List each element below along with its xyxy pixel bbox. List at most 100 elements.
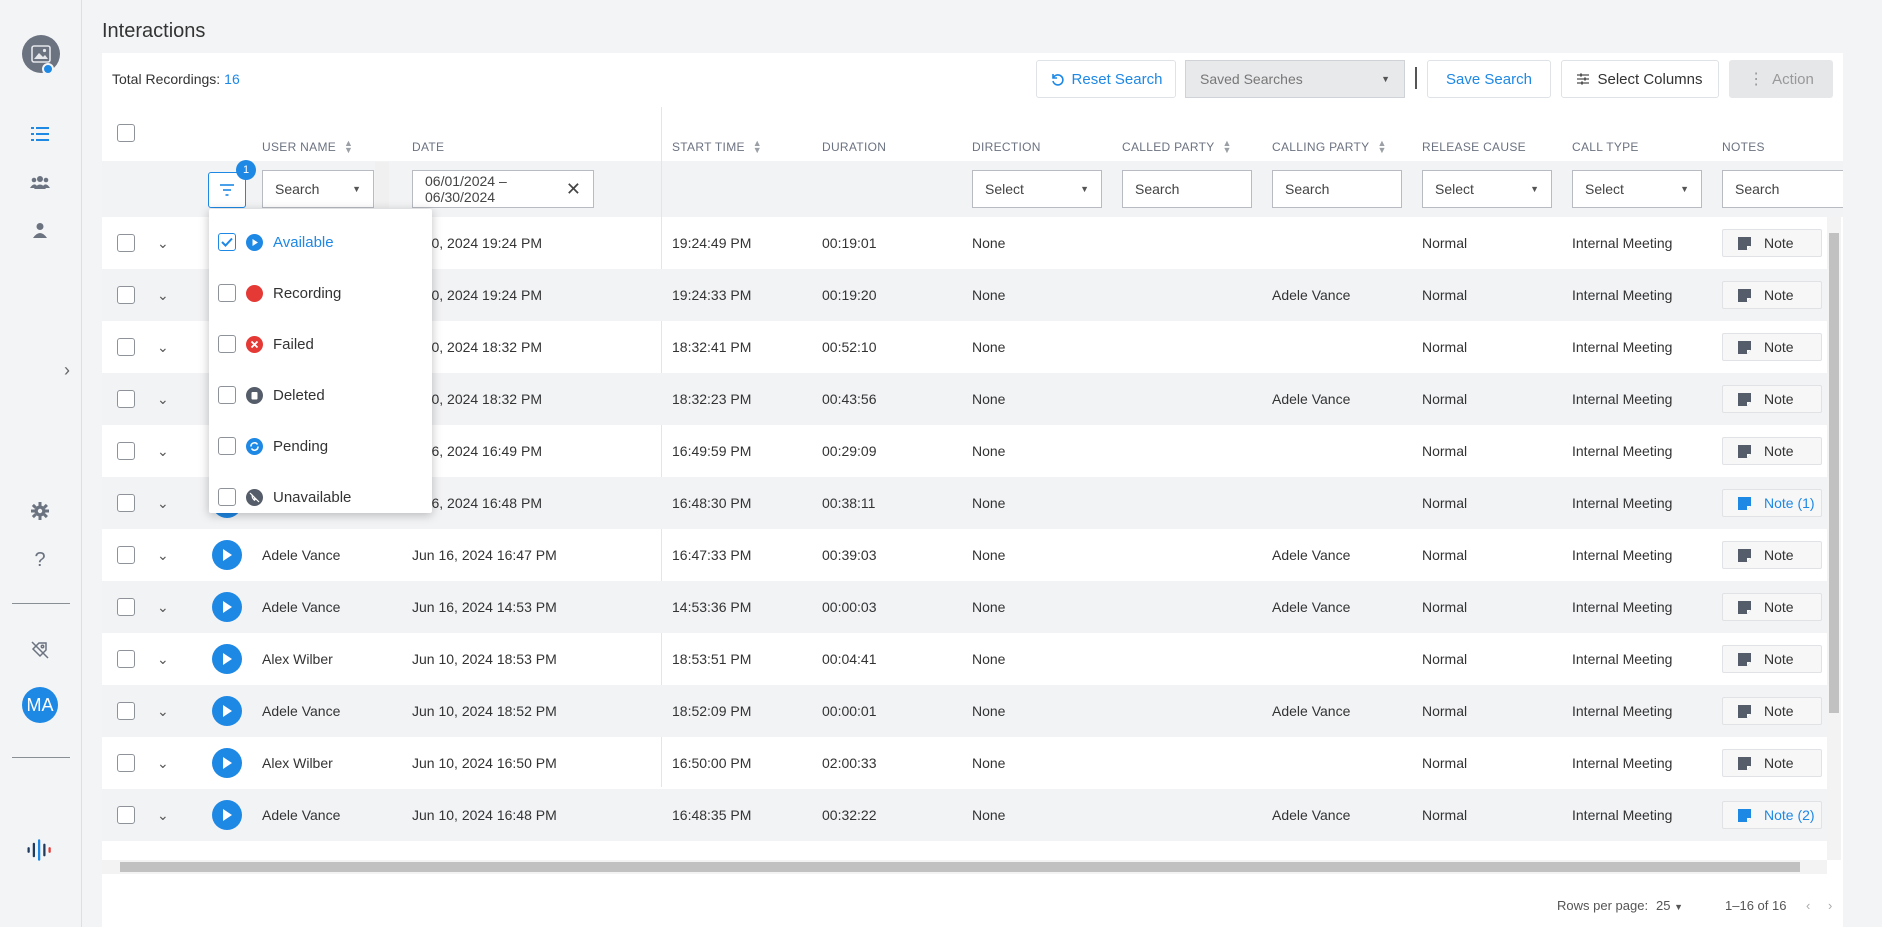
expand-row-chevron-icon[interactable]: ⌄ [157, 581, 169, 633]
status-option-available[interactable]: Available [209, 217, 432, 267]
status-option-failed[interactable]: Failed [209, 319, 432, 369]
expand-row-chevron-icon[interactable]: ⌄ [157, 685, 169, 737]
sort-icon[interactable]: ▲ ▼ [344, 139, 353, 155]
row-checkbox[interactable] [117, 442, 135, 460]
note-button[interactable]: Note (2) [1722, 801, 1822, 829]
note-button[interactable]: Note (1) [1722, 489, 1822, 517]
row-checkbox[interactable] [117, 338, 135, 356]
vertical-scrollbar-thumb[interactable] [1829, 233, 1839, 713]
sort-icon[interactable]: ▲ ▼ [753, 139, 762, 155]
expand-row-chevron-icon[interactable]: ⌄ [157, 789, 169, 841]
expand-row-chevron-icon[interactable]: ⌄ [157, 737, 169, 789]
cell-release-cause: Normal [1422, 339, 1468, 355]
horizontal-scrollbar-thumb[interactable] [120, 862, 1800, 872]
reset-search-button[interactable]: Reset Search [1036, 60, 1176, 98]
expand-sidebar-chevron-icon[interactable]: › [64, 360, 70, 381]
calling-party-filter[interactable]: Search [1272, 170, 1402, 208]
sort-icon[interactable]: ▲ ▼ [1223, 139, 1232, 155]
status-option-checkbox[interactable] [218, 233, 236, 251]
play-button[interactable] [212, 789, 242, 841]
status-option-checkbox[interactable] [218, 386, 236, 404]
note-button[interactable]: Note [1722, 645, 1822, 673]
note-button[interactable]: Note [1722, 541, 1822, 569]
next-page-icon[interactable]: › [1828, 898, 1832, 913]
called-party-filter[interactable]: Search [1122, 170, 1252, 208]
row-checkbox[interactable] [117, 650, 135, 668]
saved-searches-select[interactable]: Saved Searches ▼ [1185, 60, 1405, 98]
date-range-filter[interactable]: 06/01/2024 – 06/30/2024 ✕ [412, 170, 594, 208]
release-cause-filter[interactable]: Select ▼ [1422, 170, 1552, 208]
expand-row-chevron-icon[interactable]: ⌄ [157, 529, 169, 581]
select-columns-button[interactable]: Select Columns [1561, 60, 1719, 98]
horizontal-scrollbar[interactable] [102, 860, 1827, 874]
note-button[interactable]: Note [1722, 593, 1822, 621]
rows-per-page-select[interactable]: 25 ▼ [1656, 898, 1683, 913]
play-icon [212, 592, 242, 622]
prev-page-icon[interactable]: ‹ [1806, 898, 1810, 913]
note-label: Note [1764, 599, 1794, 615]
save-search-button[interactable]: Save Search [1427, 60, 1551, 98]
gear-icon[interactable] [26, 497, 54, 525]
call-type-filter[interactable]: Select ▼ [1572, 170, 1702, 208]
user-name-filter[interactable]: Search ▼ [262, 170, 374, 208]
row-checkbox[interactable] [117, 754, 135, 772]
play-button[interactable] [212, 633, 242, 685]
direction-filter[interactable]: Select ▼ [972, 170, 1102, 208]
vertical-scrollbar[interactable] [1827, 217, 1841, 860]
expand-row-chevron-icon[interactable]: ⌄ [157, 633, 169, 685]
row-checkbox[interactable] [117, 494, 135, 512]
select-all-checkbox[interactable] [117, 124, 135, 142]
table-row[interactable]: ⌄ Alex Wilber Jun 10, 2024 18:53 PM 18:53:5… [102, 633, 1827, 685]
note-button[interactable]: Note [1722, 437, 1822, 465]
clear-icon[interactable]: ✕ [566, 179, 581, 200]
expand-row-chevron-icon[interactable]: ⌄ [157, 269, 169, 321]
play-button[interactable] [212, 737, 242, 789]
row-checkbox[interactable] [117, 286, 135, 304]
sort-icon[interactable]: ▲ ▼ [1378, 139, 1387, 155]
status-option-pending[interactable]: Pending [209, 421, 432, 471]
groups-icon[interactable] [26, 168, 54, 196]
expand-row-chevron-icon[interactable]: ⌄ [157, 217, 169, 269]
play-button[interactable] [212, 685, 242, 737]
tag-off-icon[interactable] [26, 636, 54, 664]
table-row[interactable]: ⌄ Adele Vance Jun 10, 2024 16:48 PM 16:48:3… [102, 789, 1827, 841]
expand-row-chevron-icon[interactable]: ⌄ [157, 425, 169, 477]
user-icon[interactable] [26, 216, 54, 244]
status-option-checkbox[interactable] [218, 488, 236, 506]
row-checkbox[interactable] [117, 234, 135, 252]
table-row[interactable]: ⌄ Adele Vance Jun 16, 2024 14:53 PM 14:53:3… [102, 581, 1827, 633]
status-option-deleted[interactable]: Deleted [209, 370, 432, 420]
table-row[interactable]: ⌄ Alex Wilber Jun 10, 2024 16:50 PM 16:50:0… [102, 737, 1827, 789]
interactions-list-icon[interactable] [26, 120, 54, 148]
play-button[interactable] [212, 581, 242, 633]
note-button[interactable]: Note [1722, 281, 1822, 309]
table-row[interactable]: ⌄ Adele Vance Jun 10, 2024 18:52 PM 18:52:0… [102, 685, 1827, 737]
note-button[interactable]: Note [1722, 333, 1822, 361]
row-checkbox[interactable] [117, 598, 135, 616]
note-button[interactable]: Note [1722, 385, 1822, 413]
notes-filter[interactable]: Search [1722, 170, 1843, 208]
expand-row-chevron-icon[interactable]: ⌄ [157, 477, 169, 529]
expand-row-chevron-icon[interactable]: ⌄ [157, 321, 169, 373]
play-button[interactable] [212, 529, 242, 581]
table-row[interactable]: ⌄ Adele Vance Jun 16, 2024 16:47 PM 16:47:3… [102, 529, 1827, 581]
status-option-checkbox[interactable] [218, 284, 236, 302]
status-option-recording[interactable]: Recording [209, 268, 432, 318]
note-button[interactable]: Note [1722, 229, 1822, 257]
row-checkbox[interactable] [117, 702, 135, 720]
row-checkbox[interactable] [117, 806, 135, 824]
status-option-unavailable[interactable]: Unavailable [209, 472, 432, 522]
row-checkbox[interactable] [117, 390, 135, 408]
help-icon[interactable]: ? [26, 546, 54, 574]
row-checkbox[interactable] [117, 546, 135, 564]
expand-row-chevron-icon[interactable]: ⌄ [157, 373, 169, 425]
status-option-checkbox[interactable] [218, 335, 236, 353]
note-button[interactable]: Note [1722, 749, 1822, 777]
cell-call-type: Internal Meeting [1572, 703, 1673, 719]
action-button[interactable]: ⋮ Action [1729, 60, 1833, 98]
filter-scrollbar[interactable] [375, 162, 389, 208]
status-option-checkbox[interactable] [218, 437, 236, 455]
user-avatar[interactable]: MA [22, 687, 58, 723]
profile-image-avatar[interactable] [22, 35, 60, 75]
note-button[interactable]: Note [1722, 697, 1822, 725]
